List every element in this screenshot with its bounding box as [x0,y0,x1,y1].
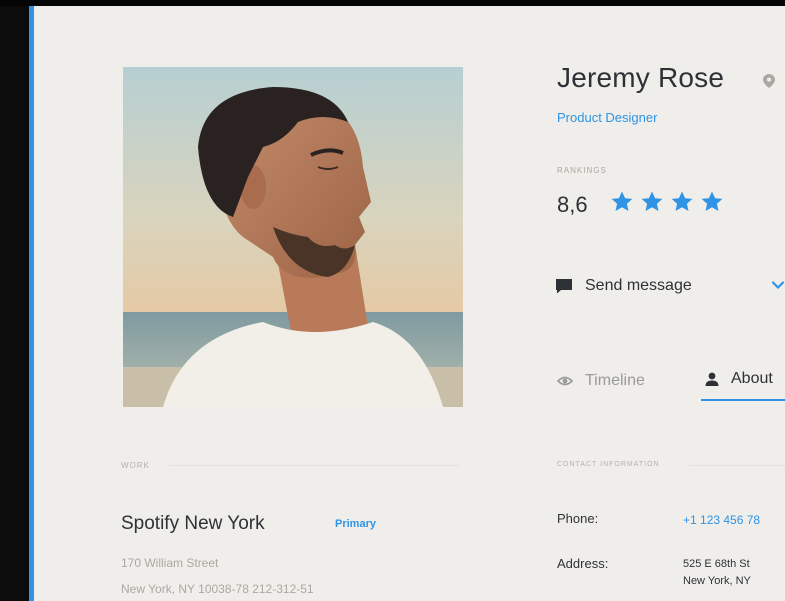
star-icon [701,191,723,211]
contact-address-line1: 525 E 68th St [683,558,750,570]
work-section-label: WORK [121,461,150,470]
tab-about[interactable]: About [705,370,773,388]
send-message-label: Send message [585,277,692,294]
rankings-label: RANKINGS [557,166,607,175]
tab-about-label: About [731,370,773,387]
divider [689,465,785,466]
address-label: Address: [557,556,609,571]
work-address-line2: New York, NY 10038-78 212-312-51 [121,582,314,596]
user-icon [705,372,719,386]
accent-bar [29,6,34,601]
chat-bubble-icon [556,279,572,294]
phone-label: Phone: [557,511,599,526]
tab-timeline-label: Timeline [585,372,645,389]
send-message-button[interactable]: Send message [555,274,692,298]
star-icon [671,191,693,211]
location-pin-icon [763,74,775,88]
eye-icon [557,376,573,386]
star-icon [641,191,663,211]
star-icon [611,191,633,211]
star-rating [610,190,730,216]
contact-address-line2: New York, NY [683,575,751,587]
profile-page: Jeremy Rose Product Designer RANKINGS 8,… [29,6,785,601]
phone-value[interactable]: +1 123 456 78 [683,513,760,527]
chevron-down-icon[interactable] [771,278,785,292]
tab-timeline[interactable]: Timeline [557,372,645,390]
divider [169,465,459,466]
job-title: Product Designer [557,110,658,125]
company-name: Spotify New York [121,513,265,534]
profile-name: Jeremy Rose [557,62,725,93]
ranking-value: 8,6 [557,192,588,217]
active-tab-indicator [701,399,785,401]
work-address-line1: 170 William Street [121,556,219,570]
profile-photo [123,67,463,407]
contact-section-label: CONTACT INFORMATION [557,461,660,468]
primary-badge: Primary [335,518,376,530]
